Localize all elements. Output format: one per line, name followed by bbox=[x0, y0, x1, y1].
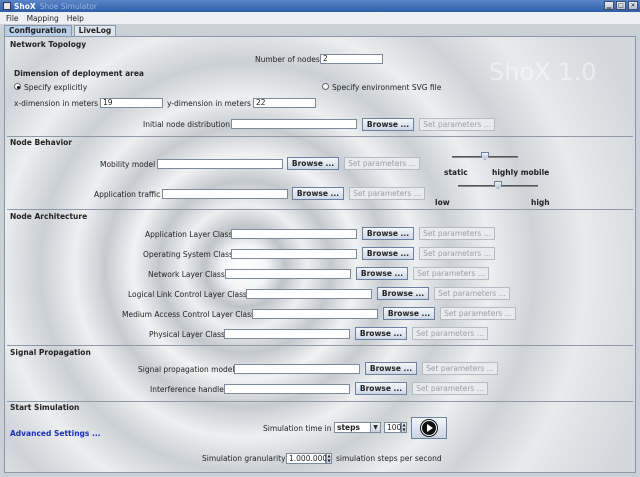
app-icon bbox=[3, 2, 11, 10]
layer-input[interactable] bbox=[231, 229, 357, 239]
menu-help[interactable]: Help bbox=[67, 14, 84, 23]
radio-svg[interactable] bbox=[322, 83, 329, 90]
window-subtitle: Shoe Simulator bbox=[39, 1, 97, 11]
layer-browse-button[interactable]: Browse ... bbox=[356, 267, 408, 280]
layer-label: Application Layer Class bbox=[145, 230, 233, 239]
mobility-params-button[interactable]: Set parameters ... bbox=[344, 157, 420, 170]
menu-bar: File Mapping Help bbox=[0, 12, 640, 24]
traffic-slider-thumb[interactable] bbox=[494, 181, 502, 189]
app-traffic-browse-button[interactable]: Browse ... bbox=[292, 187, 344, 200]
layer-params-button[interactable]: Set parameters ... bbox=[440, 307, 516, 320]
configuration-panel: ShoX 1.0 Network Topology Number of node… bbox=[4, 36, 636, 473]
layer-label: Physical Layer Class bbox=[149, 330, 225, 339]
distribution-params-button[interactable]: Set parameters ... bbox=[419, 118, 495, 131]
propagation-browse-button[interactable]: Browse ... bbox=[365, 362, 417, 375]
radio-explicit[interactable] bbox=[14, 83, 21, 90]
high-label: high bbox=[531, 198, 550, 207]
mobility-browse-button[interactable]: Browse ... bbox=[287, 157, 339, 170]
layer-browse-button[interactable]: Browse ... bbox=[362, 227, 414, 240]
layer-params-button[interactable]: Set parameters ... bbox=[419, 247, 495, 260]
tab-livelog[interactable]: LiveLog bbox=[73, 25, 117, 36]
advanced-settings-link[interactable]: Advanced Settings ... bbox=[10, 429, 101, 438]
interference-input[interactable] bbox=[224, 384, 350, 394]
simulation-time-label: Simulation time in bbox=[263, 424, 332, 433]
layer-browse-button[interactable]: Browse ... bbox=[383, 307, 435, 320]
layer-browse-button[interactable]: Browse ... bbox=[377, 287, 429, 300]
tab-configuration[interactable]: Configuration bbox=[4, 25, 72, 36]
play-icon bbox=[421, 420, 437, 436]
interference-label: Interference handler bbox=[150, 385, 227, 394]
propagation-model-input[interactable] bbox=[234, 364, 360, 374]
layer-label: Operating System Class bbox=[143, 250, 233, 259]
mobility-slider-thumb[interactable] bbox=[481, 152, 489, 160]
section-signal-propagation: Signal Propagation bbox=[10, 348, 91, 357]
dimension-label: Dimension of deployment area bbox=[14, 69, 144, 78]
x-dimension-input[interactable]: 19 bbox=[100, 98, 163, 108]
layer-browse-button[interactable]: Browse ... bbox=[355, 327, 407, 340]
section-node-behavior: Node Behavior bbox=[10, 138, 73, 147]
time-value-input[interactable]: 100 bbox=[384, 422, 401, 433]
separator bbox=[7, 401, 633, 402]
layer-browse-button[interactable]: Browse ... bbox=[362, 247, 414, 260]
layer-params-button[interactable]: Set parameters ... bbox=[413, 267, 489, 280]
maximize-icon[interactable]: □ bbox=[616, 1, 626, 10]
app-traffic-label: Application traffic bbox=[94, 190, 161, 199]
radio-svg-label: Specify environment SVG file bbox=[332, 83, 442, 92]
layer-label: Logical Link Control Layer Class bbox=[128, 290, 247, 299]
interference-params-button[interactable]: Set parameters ... bbox=[412, 382, 488, 395]
layer-input[interactable] bbox=[252, 309, 378, 319]
window-title: ShoX bbox=[14, 1, 36, 11]
static-label: static bbox=[444, 168, 468, 177]
distribution-input[interactable] bbox=[231, 119, 357, 129]
menu-mapping[interactable]: Mapping bbox=[27, 14, 59, 23]
highly-mobile-label: highly mobile bbox=[492, 168, 550, 177]
close-icon[interactable]: ✕ bbox=[628, 1, 638, 10]
section-network-topology: Network Topology bbox=[10, 40, 87, 49]
layer-input[interactable] bbox=[231, 249, 357, 259]
y-dimension-label: y-dimension in meters bbox=[167, 99, 251, 108]
propagation-model-label: Signal propagation model bbox=[138, 365, 235, 374]
propagation-params-button[interactable]: Set parameters ... bbox=[422, 362, 498, 375]
layer-params-button[interactable]: Set parameters ... bbox=[412, 327, 488, 340]
separator bbox=[7, 136, 633, 137]
separator bbox=[7, 345, 633, 346]
layer-input[interactable] bbox=[246, 289, 372, 299]
layer-params-button[interactable]: Set parameters ... bbox=[434, 287, 510, 300]
granularity-input[interactable]: 1.000.000 bbox=[286, 453, 327, 464]
layer-input[interactable] bbox=[224, 329, 350, 339]
time-spinner-icon[interactable]: ▲ ▼ bbox=[401, 422, 407, 433]
separator bbox=[7, 209, 633, 210]
time-unit-select[interactable]: steps ▼ bbox=[334, 422, 381, 433]
menu-file[interactable]: File bbox=[6, 14, 19, 23]
watermark: ShoX 1.0 bbox=[489, 58, 597, 86]
radio-explicit-label: Specify explicitly bbox=[24, 83, 88, 92]
layer-label: Medium Access Control Layer Class bbox=[122, 310, 255, 319]
section-node-architecture: Node Architecture bbox=[10, 212, 88, 221]
mobility-input[interactable] bbox=[157, 159, 283, 169]
app-traffic-input[interactable] bbox=[162, 189, 288, 199]
title-bar: ShoX Shoe Simulator ▁ □ ✕ bbox=[0, 0, 640, 12]
time-unit-value: steps bbox=[337, 423, 360, 432]
section-start-simulation: Start Simulation bbox=[10, 403, 80, 412]
tab-strip: Configuration LiveLog bbox=[4, 25, 117, 36]
nodes-input[interactable]: 2 bbox=[320, 54, 383, 64]
granularity-spinner-icon[interactable]: ▲ ▼ bbox=[326, 453, 332, 464]
y-dimension-input[interactable]: 22 bbox=[253, 98, 316, 108]
layer-params-button[interactable]: Set parameters ... bbox=[419, 227, 495, 240]
chevron-down-icon[interactable]: ▼ bbox=[370, 423, 380, 432]
granularity-unit-label: simulation steps per second bbox=[336, 454, 442, 463]
app-traffic-params-button[interactable]: Set parameters ... bbox=[349, 187, 425, 200]
mobility-label: Mobility model bbox=[100, 160, 156, 169]
low-label: low bbox=[435, 198, 450, 207]
distribution-browse-button[interactable]: Browse ... bbox=[362, 118, 414, 131]
interference-browse-button[interactable]: Browse ... bbox=[355, 382, 407, 395]
start-simulation-button[interactable] bbox=[411, 417, 447, 439]
layer-label: Network Layer Class bbox=[148, 270, 225, 279]
minimize-icon[interactable]: ▁ bbox=[604, 1, 614, 10]
x-dimension-label: x-dimension in meters bbox=[14, 99, 99, 108]
nodes-label: Number of nodes bbox=[255, 55, 320, 64]
distribution-label: Initial node distribution bbox=[143, 120, 230, 129]
granularity-label: Simulation granularity bbox=[202, 454, 286, 463]
layer-input[interactable] bbox=[225, 269, 351, 279]
